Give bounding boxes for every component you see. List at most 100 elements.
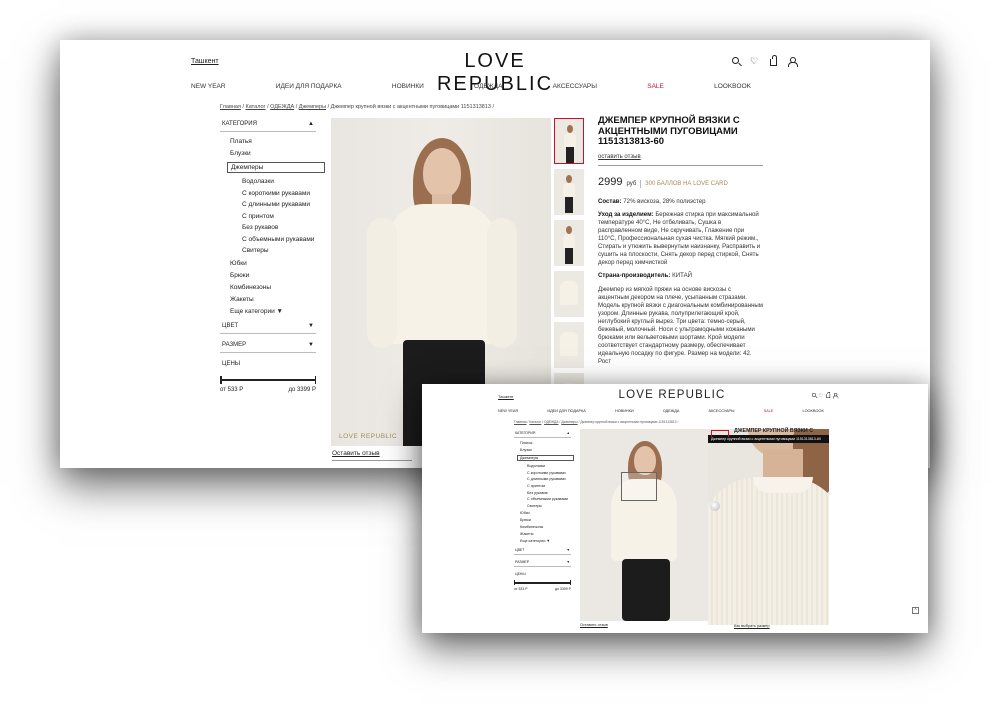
nav-item-sale[interactable]: SALE xyxy=(647,83,664,90)
price-from: от 533 Р xyxy=(514,586,528,591)
breadcrumb-home[interactable]: Главная xyxy=(514,420,527,424)
chevron-down-icon: ▼ xyxy=(308,341,314,348)
nav-item-new-year[interactable]: NEW YEAR xyxy=(498,409,518,413)
sidebar-sub-turtlenecks[interactable]: Водолазки xyxy=(242,178,316,186)
heart-icon[interactable]: ♡ xyxy=(750,57,759,66)
nav-item-accessories[interactable]: АКСЕССУАРЫ xyxy=(709,409,735,413)
category-header[interactable]: КАТЕГОРИЯ ▲ xyxy=(514,429,571,438)
leave-review-top[interactable]: оставить отзыв xyxy=(598,153,763,166)
sidebar-item-skirts[interactable]: Юбки xyxy=(230,260,316,267)
model-right-sleeve xyxy=(487,218,517,348)
sidebar-sub-sleeveless[interactable]: Без рукавов xyxy=(242,224,316,232)
header-icons: ♡ xyxy=(812,391,839,399)
breadcrumb-jumpers[interactable]: Джемперы xyxy=(299,104,326,110)
price-slider[interactable] xyxy=(220,375,316,384)
breadcrumb-clothes[interactable]: ОДЕЖДА xyxy=(544,420,558,424)
zoom-lens[interactable] xyxy=(621,472,657,501)
sidebar-item-jumpers[interactable]: Джемперы xyxy=(517,455,574,461)
breadcrumb-jumpers[interactable]: Джемперы xyxy=(561,420,577,424)
leave-review-link[interactable]: Оставить отзыв xyxy=(332,450,412,461)
user-icon[interactable] xyxy=(788,57,798,67)
bag-icon[interactable] xyxy=(826,391,831,398)
nav-item-gift-ideas[interactable]: ИДЕИ ДЛЯ ПОДАРКА xyxy=(547,409,585,413)
nav-item-accessories[interactable]: АКСЕССУАРЫ xyxy=(553,83,597,90)
brand-logo[interactable]: LOVE REPUBLIC xyxy=(612,389,732,401)
sidebar-item-jumpers[interactable]: Джемперы xyxy=(227,162,325,173)
sidebar-sub-short-sleeves[interactable]: С короткими рукавами xyxy=(242,190,316,198)
sidebar-item-jackets[interactable]: Жакеты xyxy=(520,532,571,536)
more-categories-link[interactable]: Еще категории ▼ xyxy=(520,539,571,543)
sidebar-item-dresses[interactable]: Платья xyxy=(230,138,316,145)
nav-item-sale[interactable]: SALE xyxy=(764,409,774,413)
sidebar-item-jumpsuits[interactable]: Комбинезоны xyxy=(230,284,316,291)
sidebar-sub-short-sleeves[interactable]: С короткими рукавами xyxy=(527,471,571,475)
nav-item-lookbook[interactable]: LOOKBOOK xyxy=(714,83,751,90)
screenshot-zoom: Ташкент LOVE REPUBLIC ♡ NEW YEAR ИДЕИ ДЛ… xyxy=(422,384,928,633)
composition: Состав: 72% вискоза, 28% полиэстер xyxy=(598,197,706,205)
sidebar-item-blouses[interactable]: Блузки xyxy=(230,150,316,157)
color-filter[interactable]: ЦВЕТ ▼ xyxy=(220,320,316,334)
sidebar-sub-long-sleeves[interactable]: С длинными рукавами xyxy=(242,201,316,209)
breadcrumb-catalog[interactable]: Каталог xyxy=(529,420,541,424)
nav-item-new-year[interactable]: NEW YEAR xyxy=(191,83,226,90)
product-photo[interactable] xyxy=(580,429,708,621)
sidebar-sub-sweaters[interactable]: Свитеры xyxy=(242,247,316,255)
breadcrumb-clothes[interactable]: ОДЕЖДА xyxy=(270,104,294,110)
nav-item-clothes[interactable]: ОДЕЖДА xyxy=(474,83,502,90)
nav-item-lookbook[interactable]: LOOKBOOK xyxy=(802,409,824,413)
breadcrumb-home[interactable]: Главная xyxy=(220,104,241,110)
sidebar-sub-print[interactable]: С принтом xyxy=(242,213,316,221)
chevron-down-icon: ▼ xyxy=(566,548,570,553)
breadcrumb-catalog[interactable]: Каталог xyxy=(246,104,266,110)
price-slider[interactable] xyxy=(514,580,571,586)
nav-item-new[interactable]: НОВИНКИ xyxy=(615,409,634,413)
sidebar-item-jumpsuits[interactable]: Комбинезоны xyxy=(520,525,571,529)
sidebar-item-jackets[interactable]: Жакеты xyxy=(230,296,316,303)
thumbnail[interactable] xyxy=(554,169,584,215)
sidebar-filters: КАТЕГОРИЯ ▲ Платья Блузки Джемперы Водол… xyxy=(220,118,325,393)
sidebar-item-dresses[interactable]: Платья xyxy=(520,441,571,445)
thumbnail[interactable] xyxy=(554,118,584,164)
size-guide-link[interactable]: Как выбрать размер xyxy=(734,624,770,628)
sidebar-item-trousers[interactable]: Брюки xyxy=(230,272,316,279)
sidebar-item-trousers[interactable]: Брюки xyxy=(520,518,571,522)
country-of-origin: Страна-производитель: КИТАЙ xyxy=(598,272,693,280)
price-currency: руб xyxy=(626,180,637,187)
sidebar-sub-print[interactable]: С принтом xyxy=(527,484,571,488)
nav-item-gift-ideas[interactable]: ИДЕИ ДЛЯ ПОДАРКА xyxy=(276,83,342,90)
thumbnail[interactable] xyxy=(554,271,584,317)
search-icon[interactable] xyxy=(732,57,739,64)
leave-review-link[interactable]: Оставить отзыв xyxy=(580,623,608,627)
zoom-product-title: ДЖЕМПЕР КРУПНОЙ ВЯЗКИ С xyxy=(734,428,814,434)
user-icon[interactable] xyxy=(832,393,839,399)
sidebar-sub-volume-sleeves[interactable]: С объемными рукавами xyxy=(242,236,316,244)
category-header[interactable]: КАТЕГОРИЯ ▲ xyxy=(220,118,316,132)
size-filter[interactable]: РАЗМЕР ▼ xyxy=(220,339,316,353)
sidebar-sub-turtlenecks[interactable]: Водолазки xyxy=(527,464,571,468)
thumbnail[interactable] xyxy=(554,220,584,266)
city-link[interactable]: Ташкент xyxy=(498,394,514,399)
more-categories-link[interactable]: Еще категории ▼ xyxy=(230,308,316,315)
color-filter[interactable]: ЦВЕТ ▼ xyxy=(514,546,571,556)
sidebar-item-blouses[interactable]: Блузки xyxy=(520,448,571,452)
sidebar-sub-sleeveless[interactable]: Без рукавов xyxy=(527,491,571,495)
thumbnail[interactable] xyxy=(554,322,584,368)
heart-icon[interactable]: ♡ xyxy=(819,393,824,398)
scroll-top-icon[interactable]: ^ xyxy=(912,607,919,614)
bag-icon[interactable] xyxy=(770,55,777,66)
sidebar-sub-sweaters[interactable]: Свитеры xyxy=(527,504,571,508)
size-filter[interactable]: РАЗМЕР ▼ xyxy=(514,558,571,568)
model-face xyxy=(634,446,656,475)
sidebar-sub-volume-sleeves[interactable]: С объемными рукавами xyxy=(527,497,571,501)
chevron-down-icon: ▼ xyxy=(308,322,314,329)
model-face xyxy=(423,148,461,198)
search-icon[interactable] xyxy=(812,393,816,397)
nav-item-new[interactable]: НОВИНКИ xyxy=(392,83,424,90)
zoom-button-detail xyxy=(710,501,720,511)
model-sweater xyxy=(385,204,499,344)
sidebar-sub-long-sleeves[interactable]: С длинными рукавами xyxy=(527,477,571,481)
sidebar-item-skirts[interactable]: Юбки xyxy=(520,511,571,515)
city-link[interactable]: Ташкент xyxy=(191,58,219,65)
zoom-view: Джемпер крупной вязки с акцентными пугов… xyxy=(708,429,829,625)
nav-item-clothes[interactable]: ОДЕЖДА xyxy=(663,409,680,413)
